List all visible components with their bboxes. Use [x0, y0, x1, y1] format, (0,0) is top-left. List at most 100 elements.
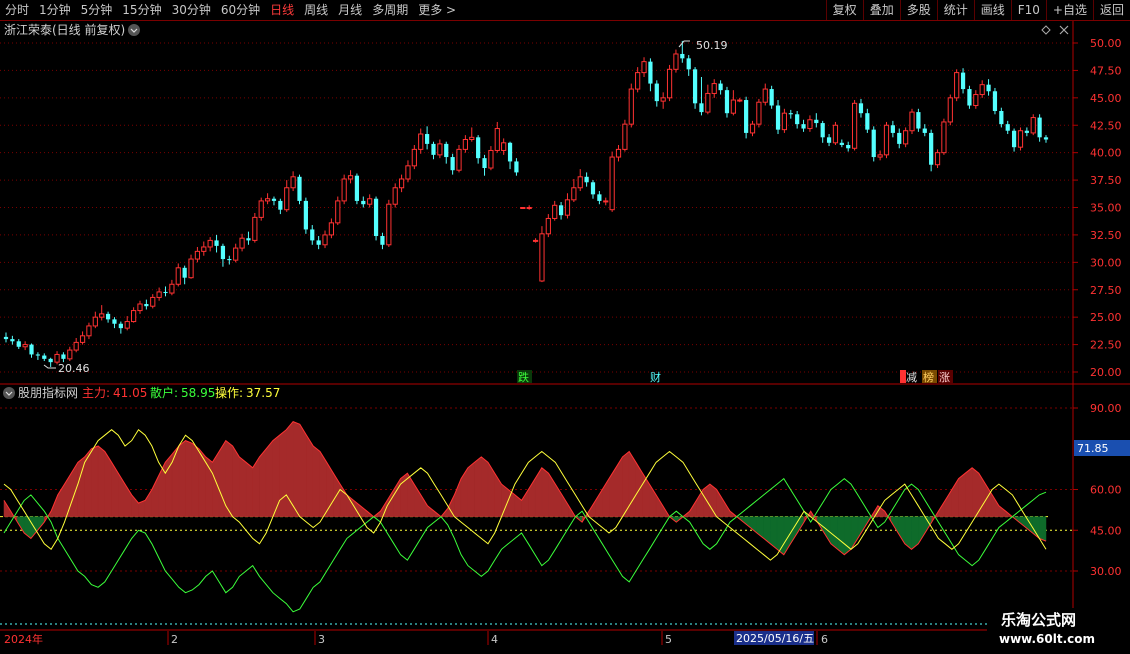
candle-body	[233, 247, 239, 261]
marker-zhang[interactable]: 涨	[939, 371, 950, 384]
chart-canvas[interactable]: 50.00 47.50 45.00 42.50 40.00 37.50 35.00 32.50…	[0, 0, 1130, 650]
indicator-axis-label: 60.00	[1090, 484, 1122, 497]
indicator-area	[521, 488, 529, 517]
candle-body	[832, 124, 839, 144]
title-dropdown-icon[interactable]	[128, 24, 140, 36]
caozuo-value: 37.57	[246, 386, 280, 400]
candle-body	[883, 124, 890, 156]
indicator-area	[897, 516, 906, 545]
marker-die[interactable]: 跌	[518, 370, 529, 384]
high-annotation: 50.19	[696, 39, 728, 52]
candle-body	[264, 198, 271, 202]
candle-body	[99, 313, 105, 318]
indicator-area	[460, 466, 469, 517]
indicator-area	[837, 516, 845, 556]
indicator-area	[494, 472, 502, 517]
candle-body	[488, 149, 494, 169]
price-grid	[0, 42, 1073, 373]
candle-body	[916, 112, 921, 129]
indicator-area	[642, 472, 650, 517]
candle-body	[316, 240, 321, 245]
candle-body	[501, 142, 507, 151]
candle-body	[979, 84, 985, 96]
high-annotation-arrow	[678, 40, 690, 48]
candle-body	[897, 132, 902, 144]
candle-body	[386, 203, 392, 246]
candle-body	[73, 341, 79, 351]
indicator-area	[790, 516, 798, 545]
indicator-area	[608, 466, 617, 517]
candle-body	[1005, 124, 1010, 131]
candle-body	[947, 97, 953, 123]
candle-body	[1037, 117, 1042, 138]
candle-body	[450, 157, 455, 171]
price-axis: 50.00 47.50 45.00 42.50 40.00 37.50 35.00 32.50…	[1073, 37, 1122, 379]
candle-body	[775, 105, 781, 130]
candle-body	[278, 200, 283, 210]
candle-body	[909, 111, 915, 132]
candle-body	[890, 125, 895, 133]
candle-body	[564, 199, 571, 216]
price-axis-label: 37.50	[1090, 174, 1122, 187]
candle-body	[992, 91, 998, 111]
indicator-area	[171, 445, 180, 517]
indicator-area	[541, 467, 549, 517]
candle-body	[22, 344, 28, 348]
candle-body	[545, 217, 551, 235]
price-axis-label: 45.00	[1090, 92, 1122, 105]
marker-bang[interactable]: 榜	[923, 370, 934, 384]
candle-body	[392, 187, 398, 205]
candle-body	[788, 113, 793, 115]
candle-body	[67, 349, 73, 360]
close-icon[interactable]	[1059, 25, 1069, 35]
candle-body	[361, 200, 366, 205]
indicator-area	[198, 448, 206, 517]
candle-body	[986, 84, 991, 92]
candle-body	[341, 178, 347, 202]
candlestick-series	[3, 40, 1049, 367]
indicator-axis-label: 90.00	[1090, 402, 1122, 415]
candle-body	[851, 102, 858, 149]
indicator-area	[131, 494, 139, 517]
indicator-area	[944, 488, 953, 517]
time-label-may: 5	[665, 633, 672, 646]
candle-body	[354, 175, 360, 201]
zhuli-value: 41.05	[113, 386, 147, 400]
indicator-area	[292, 421, 301, 517]
candle-body	[246, 238, 251, 241]
indicator-area	[178, 440, 186, 517]
candle-body	[686, 58, 691, 70]
candle-body	[303, 200, 308, 230]
indicator-area	[64, 472, 72, 517]
candle-body	[48, 358, 53, 363]
indicator-name[interactable]: 股朋指标网	[18, 385, 78, 400]
indicator-area	[245, 461, 253, 517]
indicator-dropdown-icon[interactable]	[3, 387, 15, 399]
candle-body	[297, 176, 302, 201]
indicator-area	[595, 488, 603, 517]
candle-body	[258, 200, 264, 218]
candle-body	[973, 94, 979, 107]
candle-body	[514, 161, 519, 173]
candle-body	[954, 72, 960, 99]
candle-body	[795, 114, 800, 125]
indicator-area	[991, 494, 1000, 517]
candle-body	[814, 119, 819, 124]
candle-body	[999, 110, 1004, 125]
candle-body	[214, 240, 219, 246]
candle-body	[227, 259, 232, 261]
indicator-area	[312, 445, 321, 517]
indicator-area	[232, 445, 240, 517]
indicator-area	[454, 478, 462, 517]
marker-jian[interactable]: 减	[906, 371, 917, 384]
price-axis-label: 22.50	[1090, 339, 1122, 352]
marker-cai[interactable]: 财	[650, 370, 661, 384]
diamond-icon[interactable]	[1041, 25, 1051, 35]
candle-body	[865, 113, 870, 130]
candle-body	[163, 291, 168, 294]
indicator-area	[548, 472, 556, 517]
indicator-area	[272, 434, 280, 517]
price-axis-label: 25.00	[1090, 311, 1122, 324]
low-annotation-arrow	[43, 364, 56, 369]
time-label-feb: 2	[171, 633, 178, 646]
